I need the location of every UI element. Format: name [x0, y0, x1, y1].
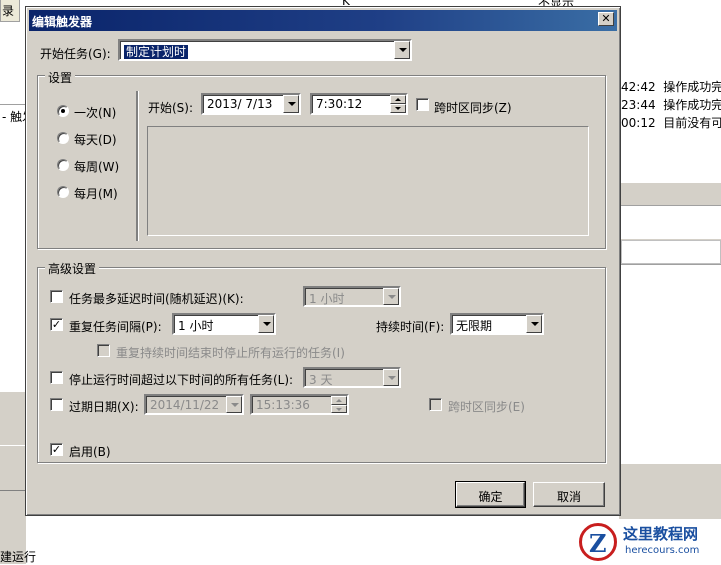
- start-task-label: 开始任务(G):: [40, 47, 111, 61]
- radio-monthly-label[interactable]: 每月(M): [74, 185, 118, 202]
- chevron-down-icon[interactable]: [383, 369, 399, 386]
- close-icon: ✕: [601, 12, 611, 25]
- watermark-logo-icon: Z: [579, 523, 617, 561]
- start-date-picker[interactable]: 2013/ 7/13: [201, 93, 301, 115]
- delay-label[interactable]: 任务最多延迟时间(随机延迟)(K):: [69, 290, 244, 307]
- background-bottom-left-text: 建运行: [0, 550, 37, 564]
- start-task-value: 制定计划时: [124, 45, 189, 59]
- background-log-list: 42:42 操作成功完 23:44 操作成功完 00:12 目前没有可: [621, 78, 721, 132]
- radio-daily[interactable]: [57, 132, 69, 144]
- expire-sync-timezone-label[interactable]: 跨时区同步(E): [448, 398, 525, 415]
- background-left-line: [0, 445, 26, 446]
- log-message: 操作成功完: [663, 80, 721, 94]
- background-divider: [0, 104, 26, 105]
- stop-if-runs-checkbox[interactable]: [50, 371, 63, 384]
- stop-if-runs-value: 3 天: [309, 373, 333, 387]
- log-row[interactable]: 42:42 操作成功完: [621, 78, 721, 96]
- chevron-down-icon[interactable]: [258, 315, 274, 333]
- start-time-value: 7:30:12: [316, 97, 363, 111]
- expire-label[interactable]: 过期日期(X):: [69, 398, 139, 415]
- settings-separator: [136, 91, 138, 241]
- log-time: 23:44: [621, 98, 656, 112]
- sync-timezone-checkbox[interactable]: [416, 98, 429, 111]
- background-left-line-2: [0, 490, 26, 491]
- background-right-band-2: [621, 240, 721, 264]
- watermark: Z 这里教程网 herecours.com: [573, 519, 721, 564]
- calendar-dropdown-icon[interactable]: [226, 396, 242, 413]
- start-label: 开始(S):: [148, 101, 194, 115]
- check-icon: ✓: [51, 318, 62, 331]
- background-tab[interactable]: 录: [0, 0, 20, 22]
- delay-select[interactable]: 1 小时: [303, 286, 401, 307]
- background-right-band: [621, 205, 721, 239]
- start-task-select[interactable]: 制定计划时: [118, 39, 412, 61]
- delay-checkbox[interactable]: [50, 290, 63, 303]
- stop-if-runs-label[interactable]: 停止运行时间超过以下时间的所有任务(L):: [69, 371, 293, 388]
- log-row[interactable]: 00:12 目前没有可: [621, 114, 721, 132]
- expire-sync-timezone-checkbox[interactable]: [429, 398, 442, 411]
- close-button[interactable]: ✕: [598, 12, 614, 26]
- radio-daily-label[interactable]: 每天(D): [74, 131, 117, 148]
- chevron-down-icon[interactable]: [383, 288, 399, 305]
- schedule-detail-panel: [147, 126, 589, 236]
- advanced-settings-title: 高级设置: [45, 260, 100, 277]
- duration-label: 持续时间(F):: [376, 320, 445, 334]
- calendar-dropdown-icon[interactable]: [283, 95, 299, 113]
- repeat-interval-select[interactable]: 1 小时: [172, 313, 276, 335]
- background-left-lower: [0, 392, 26, 564]
- expire-time-stepper[interactable]: 15:13:36: [250, 394, 349, 415]
- dialog-titlebar[interactable]: 编辑触发器 ✕: [29, 10, 617, 31]
- watermark-logo-letter: Z: [589, 529, 607, 558]
- start-date-value: 2013/ 7/13: [207, 97, 273, 111]
- spin-down-icon[interactable]: [390, 104, 406, 113]
- log-time: 00:12: [621, 116, 656, 130]
- duration-select[interactable]: 无限期: [450, 313, 544, 335]
- log-message: 操作成功完: [663, 98, 721, 112]
- edit-trigger-dialog: 编辑触发器 ✕ 开始任务(G): 制定计划时 设置 一次(N) 每天(D) 每周…: [25, 6, 621, 516]
- settings-group-title: 设置: [45, 69, 76, 86]
- radio-monthly[interactable]: [57, 186, 69, 198]
- log-message: 目前没有可: [663, 116, 721, 130]
- background-right-content: [621, 264, 721, 464]
- expire-time-value: 15:13:36: [256, 398, 310, 412]
- spin-up-icon[interactable]: [331, 396, 347, 405]
- enabled-label[interactable]: 启用(B): [69, 443, 111, 460]
- expire-date-value: 2014/11/22: [150, 398, 220, 412]
- repeat-checkbox[interactable]: ✓: [50, 318, 63, 331]
- watermark-url: herecours.com: [625, 545, 700, 556]
- radio-once[interactable]: [57, 105, 69, 117]
- sync-timezone-label[interactable]: 跨时区同步(Z): [434, 99, 512, 116]
- expire-date-picker[interactable]: 2014/11/22: [144, 394, 244, 415]
- background-tab-label: 录: [2, 4, 15, 18]
- watermark-title: 这里教程网: [623, 525, 699, 543]
- chevron-down-icon[interactable]: [394, 41, 410, 59]
- repeat-label[interactable]: 重复任务间隔(P):: [69, 318, 162, 335]
- stop-if-runs-select[interactable]: 3 天: [303, 367, 401, 388]
- radio-weekly-label[interactable]: 每周(W): [74, 158, 119, 175]
- spin-down-icon[interactable]: [331, 404, 347, 413]
- ok-button[interactable]: 确定: [455, 481, 526, 508]
- cancel-button[interactable]: 取消: [533, 482, 605, 507]
- start-time-stepper[interactable]: 7:30:12: [310, 93, 408, 115]
- expire-checkbox[interactable]: [50, 398, 63, 411]
- radio-once-label[interactable]: 一次(N): [74, 104, 116, 121]
- spin-up-icon[interactable]: [390, 95, 406, 104]
- chevron-down-icon[interactable]: [526, 315, 542, 333]
- radio-weekly[interactable]: [57, 159, 69, 171]
- stop-at-end-label[interactable]: 重复持续时间结束时停止所有运行的任务(I): [116, 344, 345, 361]
- check-icon: ✓: [51, 443, 62, 456]
- log-row[interactable]: 23:44 操作成功完: [621, 96, 721, 114]
- dialog-title: 编辑触发器: [32, 15, 93, 29]
- delay-value: 1 小时: [309, 292, 345, 306]
- stop-at-end-checkbox[interactable]: [97, 344, 110, 357]
- duration-value: 无限期: [456, 319, 493, 333]
- repeat-interval-value: 1 小时: [178, 319, 214, 333]
- enabled-checkbox[interactable]: ✓: [50, 443, 63, 456]
- log-time: 42:42: [621, 80, 656, 94]
